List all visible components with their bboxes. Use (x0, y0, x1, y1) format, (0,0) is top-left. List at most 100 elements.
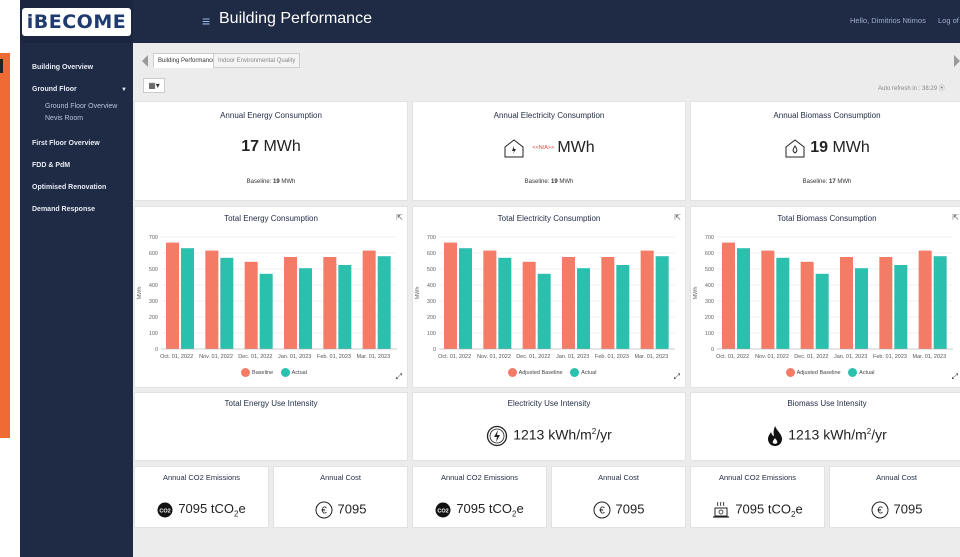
external-link-icon[interactable]: ⇱ (674, 213, 681, 222)
cost-value: €7095 (552, 501, 685, 519)
y-tick-label: 700 (427, 235, 436, 241)
y-tick-label: 200 (149, 315, 158, 321)
tab-scroll-right-icon[interactable] (954, 55, 960, 67)
bar-baseline (761, 250, 775, 349)
kpi-card-energy: Annual Energy Consumption 17 MWh Baselin… (134, 101, 408, 201)
baseline-unit: MWh (281, 179, 296, 185)
y-tick-label: 100 (705, 331, 714, 337)
chart-legend: Baseline Actual (135, 368, 407, 377)
sidebar-item-first-floor[interactable]: First Floor Overview (20, 133, 133, 155)
x-tick-label: Nov. 01, 2022 (477, 354, 511, 360)
auto-refresh-timer: Auto refresh in : 38:29 ⦿ (878, 83, 945, 92)
refresh-icon[interactable]: ⦿ (939, 86, 945, 92)
house-biomass-icon (785, 139, 805, 158)
bar-baseline (323, 257, 337, 349)
legend-label-baseline[interactable]: Baseline (252, 370, 273, 376)
legend-label-actual[interactable]: Actual (859, 370, 874, 376)
bar-actual (338, 265, 352, 349)
bar-actual (537, 273, 551, 349)
intensity-card-total: Total Energy Use Intensity (134, 392, 408, 461)
legend-label-baseline[interactable]: Adjusted Baseline (519, 370, 563, 376)
y-tick-label: 0 (433, 347, 436, 353)
external-link-icon[interactable]: ⇱ (396, 213, 403, 222)
chart-title: Total Energy Consumption (224, 214, 318, 223)
chart-plot: 0 100 200 300 400 500 600 700 MWh Oct. 01, 2022 No… (693, 235, 953, 360)
legend-label-actual[interactable]: Actual (581, 370, 596, 376)
page-title: Building Performance (219, 10, 372, 27)
calendar-icon: ▦ (148, 81, 156, 90)
logout-link[interactable]: Log of (938, 16, 959, 25)
chart-plot: 0 100 200 300 400 500 600 700 MWh Oct. 01, 2022 No… (415, 235, 675, 360)
intensity-title: Total Energy Use Intensity (224, 399, 318, 408)
sidebar-item-building-overview[interactable]: Building Overview (20, 57, 133, 79)
intensity-title: Biomass Use Intensity (787, 399, 867, 408)
legend-dot-baseline[interactable] (241, 368, 251, 377)
panel-notch (0, 59, 3, 73)
co2-icon: CO2 (435, 502, 451, 518)
legend-dot-baseline[interactable] (507, 368, 517, 377)
legend-label-baseline[interactable]: Adjusted Baseline (797, 370, 841, 376)
cost-card-3: Annual Cost €7095 (829, 466, 960, 528)
menu-icon[interactable]: ≡ (202, 13, 210, 29)
sidebar-item-demand-response[interactable]: Demand Response (20, 199, 133, 221)
logo[interactable]: iBECOME (20, 0, 133, 43)
intensity-suffix: /yr (596, 426, 612, 443)
tab-building-performance[interactable]: Building Performance (153, 53, 221, 68)
x-tick-label: Jan. 01, 2023 (834, 354, 867, 360)
kpi-value: 19 MWh (691, 138, 960, 158)
bar-actual (616, 265, 630, 349)
co2-title: Annual CO2 Emissions (718, 473, 797, 482)
y-tick-label: 500 (427, 267, 436, 273)
y-tick-label: 200 (427, 315, 436, 321)
expand-icon[interactable]: ⤢ (674, 372, 680, 382)
sidebar-item-fdd-pdm[interactable]: FDD & PdM (20, 155, 133, 177)
co2-card-1: Annual CO2 Emissions CO2 7095 tCO2e (134, 466, 269, 528)
flame-icon (768, 426, 783, 446)
euro-icon: € (593, 501, 611, 519)
kpi-number: 17 (241, 138, 259, 155)
cost-title: Annual Cost (320, 473, 361, 482)
auto-refresh-text: Auto refresh in : 38:29 (878, 86, 938, 92)
x-tick-label: Nov. 01, 2022 (199, 354, 233, 360)
bar-actual (776, 257, 790, 349)
expand-icon[interactable]: ⤢ (396, 372, 402, 382)
legend-label-actual[interactable]: Actual (292, 370, 307, 376)
kpi-baseline: Baseline: 17 MWh (691, 179, 960, 185)
sidebar-item-ground-floor[interactable]: Ground Floor ▼ (20, 79, 133, 101)
top-bar: iBECOME ≡ Building Performance Hello, Di… (20, 0, 960, 43)
legend-dot-baseline[interactable] (785, 368, 795, 377)
bar-baseline (244, 261, 258, 349)
co2-card-2: Annual CO2 Emissions CO2 7095 tCO2e (412, 466, 547, 528)
bar-actual (737, 248, 750, 349)
cost-number: 7095 (615, 501, 645, 517)
legend-dot-actual[interactable] (848, 368, 858, 377)
cost-title: Annual Cost (876, 473, 917, 482)
tab-scroll-left-icon[interactable] (142, 55, 148, 67)
user-greeting: Hello, Dimitrios Ntimos (850, 16, 926, 25)
bar-baseline (522, 261, 536, 349)
co2-number: 7095 tCO (735, 501, 791, 517)
co2-icon-label: CO2 (438, 508, 449, 514)
y-tick-label: 100 (149, 331, 158, 337)
chart-plot: 0 100 200 300 400 500 600 700 MWh Oct. 01, 2022 No… (137, 235, 397, 360)
expand-icon[interactable]: ⤢ (952, 372, 958, 382)
bar-baseline (879, 257, 893, 349)
legend-dot-actual[interactable] (280, 368, 290, 377)
sidebar-subitem-ground-floor-overview[interactable]: Ground Floor Overview (20, 101, 133, 113)
baseline-unit: MWh (559, 179, 574, 185)
y-tick-label: 300 (705, 299, 714, 305)
bar-actual (815, 273, 829, 349)
y-tick-label: 300 (427, 299, 436, 305)
tab-indoor-environmental-quality[interactable]: Indoor Environmental Quality (213, 53, 301, 68)
sidebar-subitem-nevis-room[interactable]: Nevis Room (20, 113, 133, 125)
kpi-card-biomass: Annual Biomass Consumption 19 MWh Baseli… (690, 101, 960, 201)
legend-dot-actual[interactable] (570, 368, 580, 377)
bar-actual (181, 248, 194, 349)
euro-symbol: € (877, 506, 883, 517)
external-link-icon[interactable]: ⇱ (952, 213, 959, 222)
bar-actual (855, 268, 868, 349)
date-picker-button[interactable]: ▦▾ (143, 78, 165, 93)
sidebar-item-optimised-renovation[interactable]: Optimised Renovation (20, 177, 133, 199)
baseline-label: Baseline: (802, 179, 828, 185)
x-tick-label: Dec. 01, 2022 (238, 354, 272, 360)
